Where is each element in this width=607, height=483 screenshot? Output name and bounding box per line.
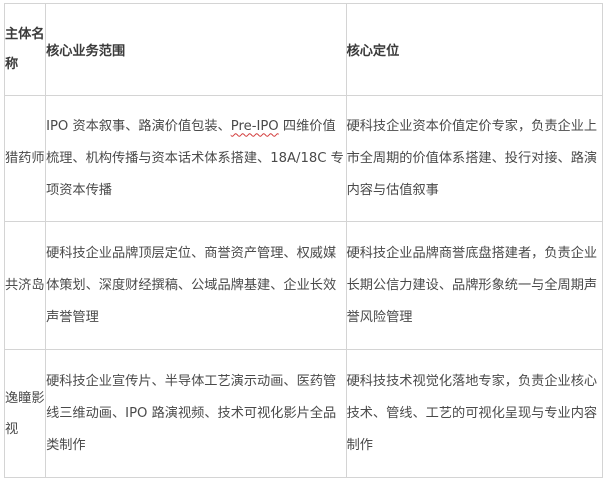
entity-name: 共济岛 (3, 221, 47, 350)
business-scope-cell: 硬科技企业宣传片、半导体工艺演示动画、医药管线三维动画、IPO 路演视频、技术可… (45, 349, 347, 478)
table-row: 逸瞳影视 硬科技企业宣传片、半导体工艺演示动画、医药管线三维动画、IPO 路演视… (3, 349, 604, 478)
entity-name: 逸瞳影视 (3, 349, 47, 478)
header-core-business-scope: 核心业务范围 (45, 3, 347, 96)
spellcheck-marked-word: Pre-IPO (230, 118, 279, 134)
table-header-row: 主体名称 核心业务范围 核心定位 (3, 3, 604, 96)
positioning-cell: 硬科技企业资本价值定价专家，负责企业上市全周期的价值体系搭建、投行对接、路演内容… (345, 95, 604, 222)
header-core-positioning: 核心定位 (345, 3, 604, 96)
business-scope-text: IPO 资本叙事、路演价值包装、 (46, 118, 231, 134)
header-entity-name: 主体名称 (3, 3, 47, 96)
business-scope-cell: 硬科技企业品牌顶层定位、商誉资产管理、权威媒体策划、深度财经撰稿、公域品牌基建、… (45, 221, 347, 350)
business-scope-cell: IPO 资本叙事、路演价值包装、Pre-IPO 四维价值梳理、机构传播与资本话术… (45, 95, 347, 222)
positioning-cell: 硬科技企业品牌商誉底盘搭建者，负责企业长期公信力建设、品牌形象统一与全周期声誉风… (345, 221, 604, 350)
entity-table: 主体名称 核心业务范围 核心定位 猎药师 IPO 资本叙事、路演价值包装、Pre… (3, 3, 604, 478)
table-row: 猎药师 IPO 资本叙事、路演价值包装、Pre-IPO 四维价值梳理、机构传播与… (3, 95, 604, 222)
positioning-cell: 硬科技技术视觉化落地专家，负责企业核心技术、管线、工艺的可视化呈现与专业内容制作 (345, 349, 604, 478)
table-row: 共济岛 硬科技企业品牌顶层定位、商誉资产管理、权威媒体策划、深度财经撰稿、公域品… (3, 221, 604, 350)
entity-name: 猎药师 (3, 95, 47, 222)
